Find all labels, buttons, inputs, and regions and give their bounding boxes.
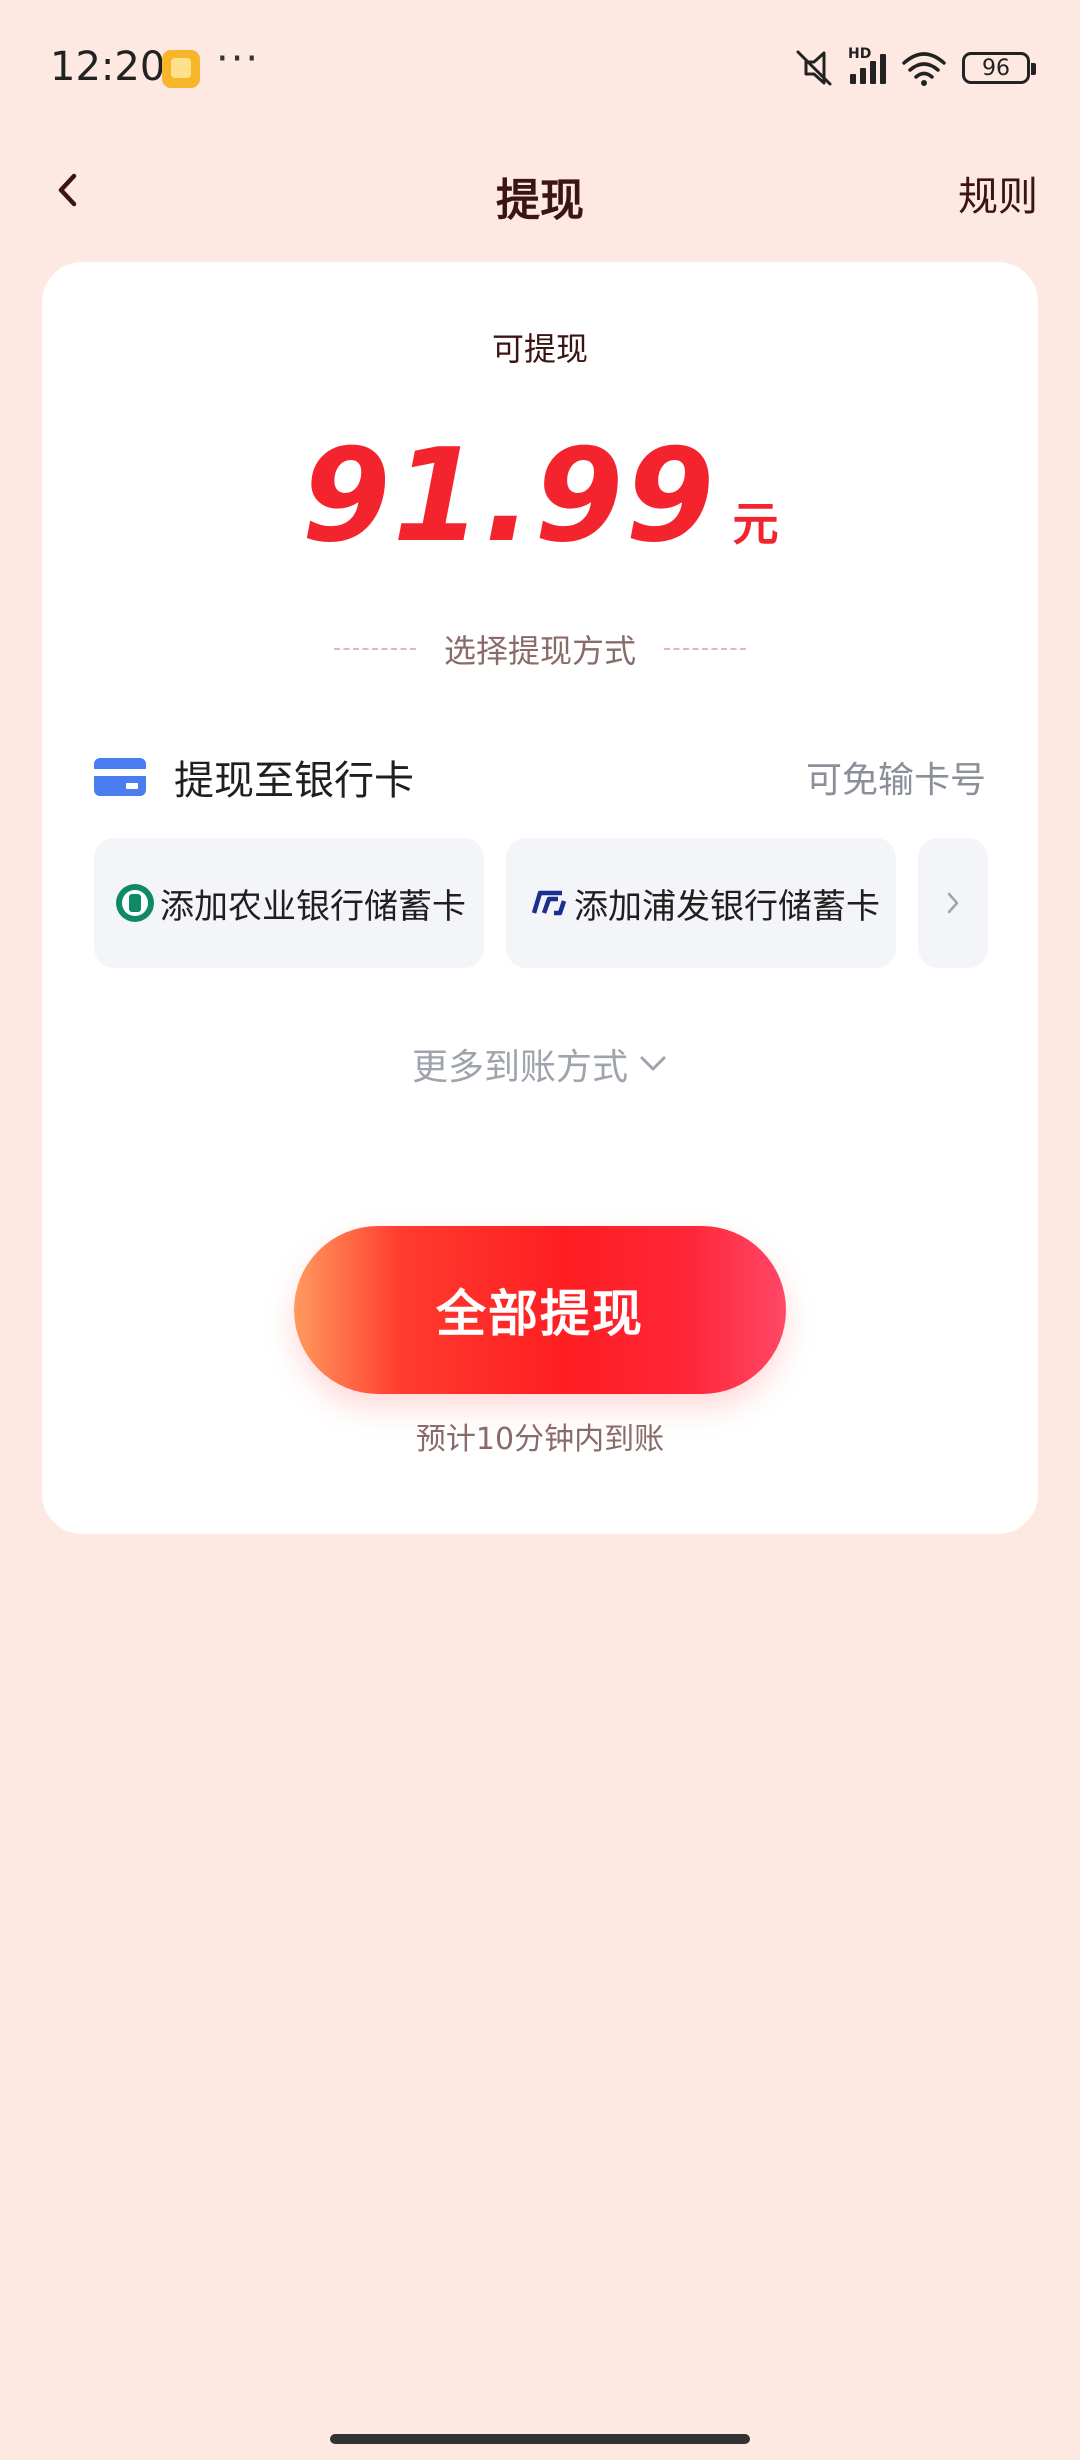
available-label: 可提现 bbox=[491, 330, 588, 368]
status-bar: 12:20 ··· HD 96 bbox=[0, 0, 1080, 130]
bank-option-label: 添加农业银行储蓄卡 bbox=[160, 886, 466, 927]
more-methods-toggle[interactable]: 更多到账方式 bbox=[42, 1038, 1038, 1090]
more-notifications-icon: ··· bbox=[216, 36, 261, 82]
add-spdb-card-button[interactable]: 添加浦发银行储蓄卡 bbox=[506, 838, 896, 968]
mute-icon bbox=[796, 50, 832, 86]
bank-method-title: 提现至银行卡 bbox=[174, 758, 414, 804]
balance-amount: 91.99 元 bbox=[42, 422, 1038, 571]
bank-method-hint: 可免输卡号 bbox=[805, 760, 986, 801]
chevron-right-icon bbox=[947, 892, 959, 914]
status-time: 12:20 bbox=[50, 44, 166, 90]
divider-line-right bbox=[664, 648, 746, 650]
bank-option-label: 添加浦发银行储蓄卡 bbox=[574, 886, 880, 927]
nav-bar: 提现 规则 bbox=[0, 130, 1080, 260]
page-title: 提现 bbox=[496, 175, 584, 226]
network-type-label: HD bbox=[848, 46, 872, 62]
amount-unit: 元 bbox=[732, 497, 779, 551]
withdraw-screen: 12:20 ··· HD 96 提现 规则 可提现 91.99 元 选择提现方式… bbox=[0, 0, 1080, 2460]
home-indicator[interactable] bbox=[330, 2434, 750, 2444]
more-methods-label: 更多到账方式 bbox=[411, 1047, 628, 1088]
divider-line-left bbox=[333, 648, 416, 650]
battery-icon: 96 bbox=[962, 52, 1036, 84]
signal-icon: HD bbox=[848, 46, 886, 84]
method-divider-label: 选择提现方式 bbox=[443, 632, 636, 670]
abc-bank-logo-icon bbox=[116, 884, 154, 922]
chevron-down-icon bbox=[640, 1056, 666, 1071]
wifi-icon bbox=[902, 52, 946, 86]
withdraw-card: 可提现 91.99 元 选择提现方式 提现至银行卡 可免输卡号 添加农业银行储蓄… bbox=[42, 262, 1038, 1534]
arrival-estimate: 预计10分钟内到账 bbox=[415, 1422, 665, 1457]
add-abc-card-button[interactable]: 添加农业银行储蓄卡 bbox=[94, 838, 484, 968]
battery-level: 96 bbox=[982, 55, 1010, 81]
bank-options: 添加农业银行储蓄卡 添加浦发银行储蓄卡 bbox=[94, 838, 988, 968]
bank-card-method[interactable]: 提现至银行卡 可免输卡号 bbox=[94, 742, 986, 812]
bank-card-icon bbox=[94, 758, 146, 796]
withdraw-all-button[interactable]: 全部提现 bbox=[294, 1226, 786, 1394]
status-icons: HD 96 bbox=[792, 46, 1036, 90]
app-notification-icon bbox=[162, 50, 200, 88]
more-banks-button[interactable] bbox=[918, 838, 988, 968]
spdb-bank-logo-icon bbox=[531, 890, 567, 916]
amount-value: 91.99 bbox=[301, 422, 717, 571]
withdraw-all-label: 全部提现 bbox=[436, 1285, 644, 1343]
method-divider: 选择提现方式 bbox=[42, 626, 1038, 672]
rules-link[interactable]: 规则 bbox=[958, 164, 1038, 222]
